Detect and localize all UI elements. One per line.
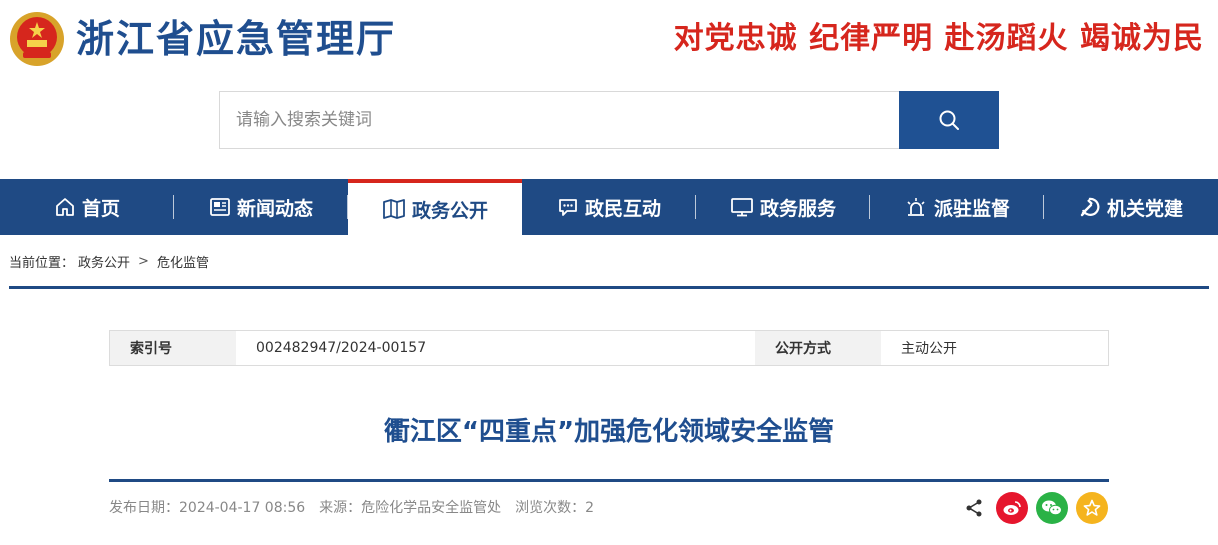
chat-icon — [557, 196, 579, 218]
favorite-star-icon[interactable] — [1076, 492, 1108, 524]
search-bar — [219, 91, 999, 149]
nav-item-services[interactable]: 政务服务 — [696, 179, 870, 235]
search-button[interactable] — [899, 91, 999, 149]
weibo-icon[interactable] — [996, 492, 1028, 524]
nav-item-label: 政务服务 — [759, 197, 836, 220]
newspaper-icon — [209, 196, 231, 218]
article-source: 来源： 危险化学品安全监管处 — [319, 500, 502, 516]
share-bar — [962, 492, 1108, 524]
info-table: 索引号 002482947/2024-00157 公开方式 主动公开 — [109, 330, 1109, 366]
nav-item-home[interactable]: 首页 — [0, 179, 174, 235]
monitor-icon — [730, 196, 754, 218]
article-title: 衢江区“四重点”加强危化领域安全监管 — [383, 417, 835, 447]
divider — [9, 286, 1209, 289]
nav-item-label: 派驻监督 — [933, 197, 1010, 220]
slogan: 对党忠诚 纪律严明 赴汤蹈火 竭诚为民 — [673, 21, 1204, 56]
nav-item-label: 首页 — [81, 197, 120, 220]
disclosure-method-value: 主动公开 — [901, 341, 957, 357]
nav-item-news[interactable]: 新闻动态 — [174, 179, 348, 235]
alarm-light-icon — [904, 196, 928, 218]
national-emblem-icon[interactable] — [8, 10, 66, 68]
nav-item-party[interactable]: 机关党建 — [1044, 179, 1218, 235]
nav-item-gov-affairs[interactable]: 政务公开 — [348, 179, 522, 235]
nav-item-interaction[interactable]: 政民互动 — [522, 179, 696, 235]
party-emblem-icon — [1079, 196, 1101, 218]
nav-item-label: 新闻动态 — [236, 197, 313, 220]
wechat-icon[interactable] — [1036, 492, 1068, 524]
search-input[interactable] — [219, 91, 899, 149]
nav-item-label: 政民互动 — [584, 197, 661, 220]
breadcrumb-separator: > — [138, 254, 149, 269]
disclosure-method-label: 公开方式 — [755, 331, 881, 365]
article-meta: 发布日期： 2024-04-17 08:56 来源： 危险化学品安全监管处 浏览次数… — [109, 498, 594, 518]
nav-item-supervision[interactable]: 派驻监督 — [870, 179, 1044, 235]
divider — [109, 479, 1109, 482]
site-title[interactable]: 浙江省应急管理厅 — [76, 14, 396, 64]
main-nav: 首页 新闻动态 政务公开 政民互动 政务服务 派驻监督 机关党建 — [0, 179, 1218, 235]
nav-item-label: 政务公开 — [411, 199, 488, 222]
breadcrumb-link-hazchem[interactable]: 危化监管 — [157, 252, 209, 271]
search-icon — [939, 110, 959, 130]
home-icon — [54, 196, 76, 218]
site-header: 浙江省应急管理厅 对党忠诚 纪律严明 赴汤蹈火 竭诚为民 — [0, 0, 1218, 80]
index-number-label: 索引号 — [110, 331, 236, 365]
breadcrumb: 当前位置： 政务公开 > 危化监管 — [9, 252, 209, 271]
view-count: 浏览次数： 2 — [515, 500, 595, 516]
nav-item-label: 机关党建 — [1106, 197, 1183, 220]
breadcrumb-prefix: 当前位置： — [9, 256, 75, 271]
share-icon[interactable] — [962, 496, 986, 520]
publish-date: 发布日期： 2024-04-17 08:56 — [109, 500, 306, 516]
open-book-icon — [382, 198, 406, 220]
index-number-value: 002482947/2024-00157 — [256, 340, 427, 356]
breadcrumb-link-gov-affairs[interactable]: 政务公开 — [78, 252, 130, 271]
